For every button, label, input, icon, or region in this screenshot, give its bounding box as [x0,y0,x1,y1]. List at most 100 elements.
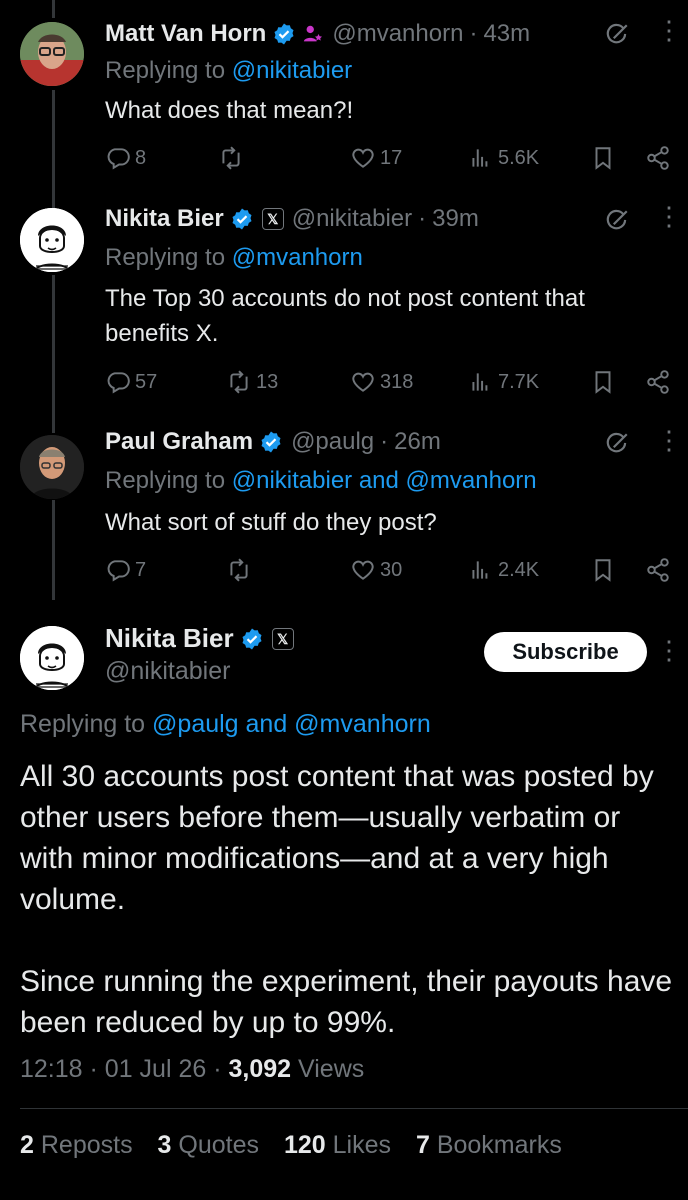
quotes-stat[interactable]: 3 Quotes [158,1131,259,1159]
grok-icon[interactable] [604,208,630,234]
bookmarks-stat[interactable]: 7 Bookmarks [416,1131,562,1159]
heart-icon [350,557,376,583]
author-name[interactable]: Nikita Bier [105,623,234,654]
separator-dot: · [418,205,427,232]
avatar[interactable] [20,22,84,86]
author-handle[interactable]: @nikitabier [292,205,412,233]
author-name[interactable]: Nikita Bier [105,205,224,233]
bookmark-button[interactable] [590,145,616,171]
verified-icon [259,430,283,454]
thread-line [52,275,55,433]
share-button[interactable] [645,557,671,583]
views-button[interactable]: 7.7K [468,369,539,395]
subscribe-button[interactable]: Subscribe [484,632,647,672]
bookmark-icon [590,557,616,583]
repost-button[interactable] [218,145,248,171]
timestamp[interactable]: 43m [483,20,530,48]
repost-button[interactable] [226,557,256,583]
grok-icon[interactable] [604,431,630,457]
replying-to: Replying to @mvanhorn [105,244,363,271]
avatar[interactable] [20,435,84,499]
tweet-text: What does that mean?! [105,97,354,124]
reply-button[interactable]: 57 [105,369,157,395]
engagement-stats: 2 Reposts 3 Quotes 120 Likes 7 Bookmarks [20,1131,562,1160]
author-name-row: Nikita Bier 𝕏 [105,623,294,654]
thread-line [52,500,55,600]
verified-icon [272,22,296,46]
reply-icon [105,145,131,171]
tweet-time[interactable]: 12:18 [20,1055,83,1083]
reply-button[interactable]: 7 [105,557,146,583]
mention-link[interactable]: @mvanhorn [232,244,363,271]
more-icon[interactable]: ⋮ [656,637,682,663]
mention-link[interactable]: @paulg and @mvanhorn [152,710,431,738]
reposts-stat[interactable]: 2 Reposts [20,1131,133,1159]
views-button[interactable]: 5.6K [468,145,539,171]
repost-button[interactable]: 13 [226,369,278,395]
reply-button[interactable]: 8 [105,145,146,171]
tweet-date[interactable]: 01 Jul 26 [105,1055,206,1083]
thread-line [52,0,55,18]
heart-icon [350,369,376,395]
replying-to: Replying to @nikitabier [105,57,353,84]
x-affiliation-icon: 𝕏 [261,208,284,230]
like-button[interactable]: 318 [350,369,413,395]
tweet-text: All 30 accounts post content that was po… [20,756,680,1043]
bookmark-button[interactable] [590,369,616,395]
author-name[interactable]: Paul Graham [105,428,253,456]
repost-icon [218,145,244,171]
replying-to: Replying to @paulg and @mvanhorn [20,710,431,738]
tweet-header: Paul Graham @paulg · 26m [105,428,441,456]
views-icon [468,557,494,583]
share-icon [645,369,671,395]
timestamp[interactable]: 26m [394,428,441,456]
avatar[interactable] [20,208,84,272]
tweet-header: Nikita Bier 𝕏 @nikitabier · 39m [105,205,479,233]
author-handle[interactable]: @mvanhorn [332,20,463,48]
author-name[interactable]: Matt Van Horn [105,20,266,48]
separator-dot: · [469,20,478,47]
more-icon[interactable]: ⋮ [656,427,682,453]
tweet-paragraph: Since running the experiment, their payo… [20,965,673,1039]
mention-link[interactable]: @nikitabier and @mvanhorn [232,467,537,494]
replying-to: Replying to @nikitabier and @mvanhorn [105,467,537,494]
tweet-text: The Top 30 accounts do not post content … [105,285,585,347]
share-icon [645,557,671,583]
reply-icon [105,557,131,583]
verified-icon [240,627,264,651]
verified-icon [230,207,254,231]
bookmark-icon [590,369,616,395]
views-icon [468,145,494,171]
x-affiliation-icon: 𝕏 [271,627,294,650]
like-button[interactable]: 30 [350,557,402,583]
more-icon[interactable]: ⋮ [656,203,682,229]
share-icon [645,145,671,171]
tweet-header: Matt Van Horn @mvanhorn · 43m [105,20,530,48]
author-handle[interactable]: @nikitabier [105,657,230,686]
likes-stat[interactable]: 120 Likes [284,1131,391,1159]
share-button[interactable] [645,369,671,395]
more-icon[interactable]: ⋮ [656,17,682,43]
repost-icon [226,557,252,583]
divider [20,1108,688,1109]
tweet-meta: 12:18 · 01 Jul 26 · 3,092 Views [20,1055,365,1083]
avatar[interactable] [20,626,84,690]
bookmark-icon [590,145,616,171]
bookmark-button[interactable] [590,557,616,583]
grok-icon[interactable] [604,22,630,48]
separator-dot: · [380,428,389,455]
reply-icon [105,369,131,395]
timestamp[interactable]: 39m [432,205,479,233]
like-button[interactable]: 17 [350,145,402,171]
views-button[interactable]: 2.4K [468,557,539,583]
affiliate-icon [304,25,323,42]
views-icon [468,369,494,395]
mention-link[interactable]: @nikitabier [232,57,352,84]
author-handle[interactable]: @paulg [291,428,374,456]
thread-line [52,90,55,208]
tweet-text: What sort of stuff do they post? [105,509,437,536]
repost-icon [226,369,252,395]
views-label: Views [298,1055,365,1083]
views-count: 3,092 [228,1055,292,1083]
share-button[interactable] [645,145,671,171]
